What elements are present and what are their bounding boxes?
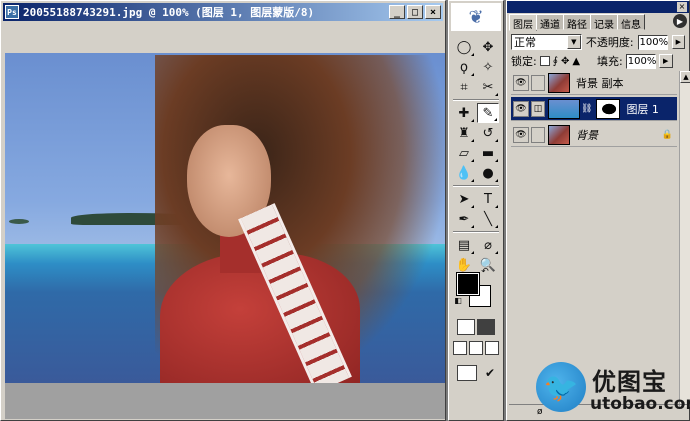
opacity-input[interactable]: 100%: [637, 34, 668, 50]
checkmark-icon[interactable]: ✔: [479, 363, 501, 383]
slice-tool-icon[interactable]: ✂: [477, 77, 499, 97]
type-tool-icon[interactable]: T: [477, 189, 499, 209]
close-button[interactable]: ×: [425, 5, 441, 19]
layer-name: 图层 1: [626, 102, 659, 116]
palette-titlebar[interactable]: ×: [507, 1, 689, 13]
document-titlebar[interactable]: Ps 20055188743291.jpg @ 100% (图层 1, 图层蒙版…: [3, 3, 443, 21]
eyedropper-tool-icon[interactable]: ⌀: [477, 235, 499, 255]
quickmask-mode-icon[interactable]: [477, 319, 495, 335]
opacity-arrow-icon[interactable]: ▶: [671, 35, 685, 49]
standard-mode-icon[interactable]: [457, 319, 475, 335]
stamp-tool-icon[interactable]: ♜: [453, 123, 475, 143]
maximize-button[interactable]: □: [407, 5, 423, 19]
lock-icon: 🔒: [661, 129, 673, 140]
fill-arrow-icon[interactable]: ▶: [658, 54, 673, 68]
line-tool-icon[interactable]: ╲: [477, 209, 499, 229]
layers-palette: × 图层 通道 路径 记录 信息 ▶ 正常 ▼ 不透明度: 100% ▶ 锁定:…: [506, 0, 690, 421]
layer-name: 背景: [576, 128, 598, 142]
layer-thumbnail: [548, 98, 580, 119]
tab-channels[interactable]: 通道: [536, 14, 564, 31]
image-canvas[interactable]: [5, 53, 445, 383]
magic-wand-tool-icon[interactable]: ✧: [477, 57, 499, 77]
screen-mode-full-menu-icon[interactable]: [469, 341, 483, 355]
eye-icon[interactable]: 👁: [513, 126, 529, 143]
toolbox-logo[interactable]: ❦: [451, 3, 501, 31]
lock-move-icon[interactable]: ✥: [561, 56, 569, 67]
palette-menu-arrow-icon[interactable]: ▶: [673, 14, 687, 28]
path-select-tool-icon[interactable]: ➤: [453, 189, 475, 209]
lock-label: 锁定:: [511, 55, 537, 68]
document-title: 20055188743291.jpg @ 100% (图层 1, 图层蒙版/8): [23, 6, 315, 19]
swap-colors-icon[interactable]: ↶: [479, 267, 491, 277]
eye-icon[interactable]: 👁: [513, 100, 529, 117]
opacity-label: 不透明度:: [585, 36, 634, 49]
gradient-tool-icon[interactable]: ▬: [477, 143, 499, 163]
tab-info[interactable]: 信息: [617, 14, 645, 31]
layer-row-background-copy[interactable]: 👁 背景 副本: [511, 71, 677, 95]
move-tool-icon[interactable]: ✥: [477, 37, 499, 57]
link-box[interactable]: [531, 74, 545, 91]
blur-tool-icon[interactable]: 💧: [453, 163, 475, 183]
blend-mode-value: 正常: [514, 36, 536, 49]
screen-mode-full-icon[interactable]: [485, 341, 499, 355]
watermark-cn: 优图宝: [592, 368, 667, 396]
document-bottom-area: [5, 383, 445, 419]
layer-mask-thumbnail[interactable]: [596, 98, 621, 119]
tab-layers[interactable]: 图层: [509, 14, 537, 31]
layer-row-background[interactable]: 👁 背景 🔒: [511, 123, 677, 147]
default-colors-icon[interactable]: ◧: [453, 295, 463, 305]
palette-close-icon[interactable]: ×: [677, 2, 687, 12]
toolbox-divider: [453, 231, 499, 233]
fill-input[interactable]: 100%: [625, 53, 656, 69]
fill-label: 填充:: [597, 55, 623, 68]
mask-edit-icon[interactable]: ◫: [531, 100, 545, 117]
screen-mode-standard-icon[interactable]: [453, 341, 467, 355]
eye-icon[interactable]: 👁: [513, 74, 529, 91]
layer-name: 背景 副本: [576, 76, 624, 90]
layers-list: 👁 背景 副本 👁 ◫ ⛓ 图层 1 👁 背景 🔒: [511, 71, 677, 151]
document-window: Ps 20055188743291.jpg @ 100% (图层 1, 图层蒙版…: [0, 0, 446, 421]
layer-thumbnail: [548, 124, 570, 145]
lock-all-icon[interactable]: ▲: [572, 56, 580, 67]
lock-paint-icon[interactable]: ∮: [553, 56, 558, 67]
dodge-tool-icon[interactable]: ●: [477, 163, 499, 183]
layer-thumbnail: [548, 72, 570, 93]
eraser-tool-icon[interactable]: ▱: [453, 143, 475, 163]
layer-row-layer-1[interactable]: 👁 ◫ ⛓ 图层 1: [511, 97, 677, 121]
pen-tool-icon[interactable]: ✒: [453, 209, 475, 229]
chain-link-icon[interactable]: ⛓: [581, 104, 592, 114]
tab-paths[interactable]: 路径: [563, 14, 591, 31]
bird-icon: 🐦: [536, 362, 586, 412]
island-small: [9, 219, 29, 224]
chevron-down-icon[interactable]: ▼: [566, 35, 581, 49]
minimize-button[interactable]: _: [389, 5, 405, 19]
notes-tool-icon[interactable]: ▤: [453, 235, 475, 255]
toolbox: ❦ ◯ ✥ ϙ ✧ ⌗ ✂ ✚ ✎ ♜ ↺ ▱ ▬ 💧 ● ➤ T ✒ ╲ ▤ …: [448, 0, 504, 421]
layers-scrollbar[interactable]: ▲: [679, 71, 690, 407]
crop-tool-icon[interactable]: ⌗: [453, 77, 475, 97]
lock-transparency-checkbox[interactable]: [539, 56, 550, 66]
blend-opacity-row: 正常 ▼ 不透明度: 100% ▶: [511, 33, 685, 51]
watermark-en: utobao.com: [590, 394, 690, 414]
imageready-jump-icon[interactable]: [457, 365, 477, 381]
toolbox-divider: [453, 99, 499, 101]
blend-mode-select[interactable]: 正常 ▼: [511, 34, 582, 50]
palette-tabs: 图层 通道 路径 记录 信息 ▶: [509, 14, 687, 31]
link-box[interactable]: [531, 126, 545, 143]
brush-tool-icon[interactable]: ✎: [477, 103, 499, 123]
photoshop-icon: Ps: [5, 5, 19, 19]
scroll-up-icon[interactable]: ▲: [680, 71, 690, 83]
hand-tool-icon[interactable]: ✋: [453, 255, 475, 275]
watermark-logo: 🐦 优图宝 utobao.com: [536, 362, 690, 416]
toolbox-divider: [453, 185, 499, 187]
history-brush-tool-icon[interactable]: ↺: [477, 123, 499, 143]
healing-tool-icon[interactable]: ✚: [453, 103, 475, 123]
foreground-color-swatch[interactable]: [456, 272, 480, 296]
marquee-tool-icon[interactable]: ◯: [453, 37, 475, 57]
lasso-tool-icon[interactable]: ϙ: [453, 57, 475, 77]
feather-icon: ❦: [468, 6, 484, 28]
tab-history[interactable]: 记录: [590, 14, 618, 31]
lock-fill-row: 锁定: ∮ ✥ ▲ 填充: 100% ▶: [511, 53, 685, 69]
